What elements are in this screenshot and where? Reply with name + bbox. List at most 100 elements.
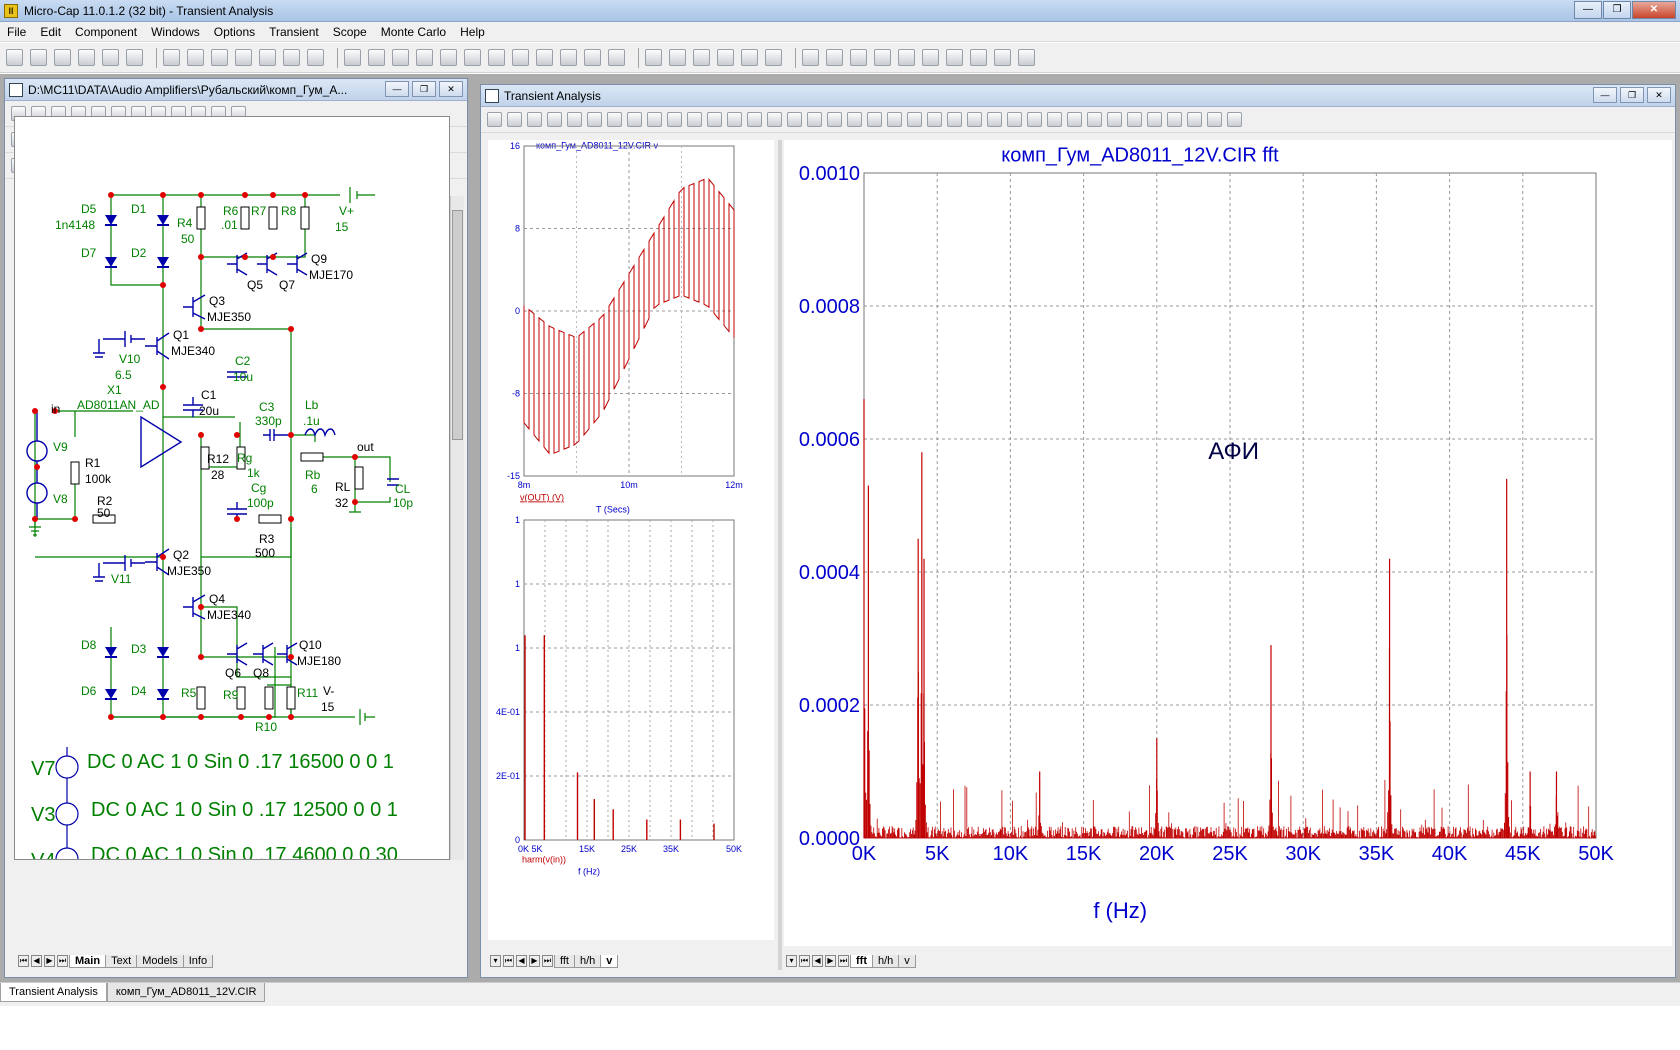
tab-info[interactable]: Info (182, 954, 214, 968)
schematic-close-button[interactable]: ✕ (439, 81, 463, 97)
schematic-window-caption[interactable]: D:\MC11\DATA\Audio Amplifiers\Рубальский… (5, 79, 467, 101)
left-plots-svg[interactable]: комп_Гум_AD8011_12V.CIR v1680-8-158m 10m 1… (488, 140, 774, 940)
fft-plot-svg[interactable]: комп_Гум_AD8011_12V.CIR fft 0.0010 0.0008 0… (784, 140, 1672, 946)
last-tab-icon[interactable]: ⏭ (838, 955, 849, 967)
schematic-vertical-scrollbar[interactable] (450, 196, 464, 860)
shape-editor-icon[interactable] (874, 49, 891, 66)
plot-icon[interactable] (994, 49, 1011, 66)
cursor-mode-icon[interactable] (547, 112, 562, 127)
menu-component[interactable]: Component (68, 25, 144, 39)
global-low-icon[interactable] (1047, 112, 1062, 127)
print-preview-icon[interactable] (102, 49, 119, 66)
right-tab-fft[interactable]: fft (850, 954, 873, 968)
cut-icon[interactable] (211, 49, 228, 66)
peak-icon[interactable] (927, 112, 942, 127)
schematic-restore-button[interactable]: ❐ (412, 81, 436, 97)
save-all-icon[interactable] (78, 49, 95, 66)
last-tab-icon[interactable]: ⏭ (542, 955, 553, 967)
junction-icon[interactable] (584, 49, 601, 66)
tab-models[interactable]: Models (136, 954, 184, 968)
zoom-in-icon[interactable] (827, 112, 842, 127)
analysis-close-button[interactable]: ✕ (1647, 87, 1671, 103)
close-button[interactable]: ✕ (1632, 1, 1676, 19)
run-icon[interactable] (667, 112, 682, 127)
first-tab-icon[interactable]: ⏮ (799, 955, 810, 967)
micro-cap-app-icon[interactable]: II (4, 3, 18, 18)
stepping-icon[interactable] (1207, 112, 1222, 127)
menu-scope[interactable]: Scope (326, 25, 374, 39)
last-page-icon[interactable]: ⏭ (57, 955, 68, 967)
scale-mode-icon[interactable] (527, 112, 542, 127)
next-tab-icon[interactable]: ▶ (529, 955, 540, 967)
next-tab-icon[interactable]: ▶ (825, 955, 836, 967)
plot-scale-icon[interactable] (1018, 49, 1035, 66)
diode-component-icon[interactable] (440, 49, 457, 66)
point-tag-icon[interactable] (567, 112, 582, 127)
high-icon[interactable] (967, 112, 982, 127)
menu-edit[interactable]: Edit (33, 25, 68, 39)
minimize-button[interactable]: — (1574, 1, 1602, 19)
npn-component-icon[interactable] (488, 49, 505, 66)
revert-icon[interactable] (747, 112, 762, 127)
schematic-minimize-button[interactable]: — (385, 81, 409, 97)
left-tab-hh[interactable]: h/h (573, 954, 602, 968)
first-page-icon[interactable]: ⏮ (18, 955, 29, 967)
graphics-icon[interactable] (507, 112, 522, 127)
package-editor-icon[interactable] (898, 49, 915, 66)
fourier-icon[interactable] (1147, 112, 1162, 127)
calculator-icon[interactable] (765, 49, 782, 66)
next-page-icon[interactable]: ▶ (44, 955, 55, 967)
analysis-restore-button[interactable]: ❐ (1620, 87, 1644, 103)
doc-tab-transient-analysis[interactable]: Transient Analysis (0, 983, 107, 1002)
slope-icon[interactable] (1067, 112, 1082, 127)
component-library-icon[interactable] (802, 49, 819, 66)
zoom-minus-icon[interactable] (1187, 112, 1202, 127)
opamp-component-icon[interactable] (512, 49, 529, 66)
inductor-component-icon[interactable] (416, 49, 433, 66)
ground-component-icon[interactable] (344, 49, 361, 66)
menu-transient[interactable]: Transient (262, 25, 326, 39)
menu-file[interactable]: File (0, 25, 33, 39)
left-tab-fft[interactable]: fft (554, 954, 575, 968)
zoom-fit-icon[interactable] (867, 112, 882, 127)
inflection-icon[interactable] (1007, 112, 1022, 127)
global-high-icon[interactable] (1027, 112, 1042, 127)
select-mode-icon[interactable] (487, 112, 502, 127)
right-tab-v[interactable]: v (898, 954, 916, 968)
new-file-icon[interactable] (6, 49, 23, 66)
open-file-icon[interactable] (30, 49, 47, 66)
tab-text[interactable]: Text (105, 954, 138, 968)
menu-help[interactable]: Help (453, 25, 492, 39)
resistor-component-icon[interactable] (368, 49, 385, 66)
node-icon[interactable] (608, 49, 625, 66)
window-icon[interactable] (717, 49, 734, 66)
text-mode-icon[interactable] (627, 112, 642, 127)
tools-icon[interactable] (970, 49, 987, 66)
menu-options[interactable]: Options (207, 25, 262, 39)
prev-tab-icon[interactable]: ◀ (812, 955, 823, 967)
horizontal-tag-icon[interactable] (587, 112, 602, 127)
check-icon[interactable] (946, 49, 963, 66)
zoom-out-icon[interactable] (847, 112, 862, 127)
tokens-icon[interactable] (787, 112, 802, 127)
sine-source-icon[interactable] (536, 49, 553, 66)
menu-windows[interactable]: Windows (144, 25, 207, 39)
data-points-icon[interactable] (767, 112, 782, 127)
paste-icon[interactable] (259, 49, 276, 66)
valley-icon[interactable] (947, 112, 962, 127)
tile-vertical-icon[interactable] (669, 49, 686, 66)
next-simulation-icon[interactable] (1087, 112, 1102, 127)
save-icon[interactable] (54, 49, 71, 66)
capacitor-component-icon[interactable] (392, 49, 409, 66)
right-tab-hh[interactable]: h/h (872, 954, 900, 968)
schematic-canvas[interactable]: D5 1n4148 D1 R4 50 R6 .01 R7 R8 V+ 15 D7… (14, 116, 450, 860)
web-icon[interactable] (850, 49, 867, 66)
clear-icon[interactable] (727, 112, 742, 127)
left-tab-v[interactable]: v (600, 954, 619, 968)
plot-splitter[interactable] (778, 140, 782, 970)
tab-main[interactable]: Main (69, 954, 107, 968)
scroll-down-icon[interactable]: ▾ (786, 955, 797, 967)
scroll-down-icon[interactable]: ▾ (490, 955, 501, 967)
zoom-auto-icon[interactable] (887, 112, 902, 127)
redo-icon[interactable] (187, 49, 204, 66)
